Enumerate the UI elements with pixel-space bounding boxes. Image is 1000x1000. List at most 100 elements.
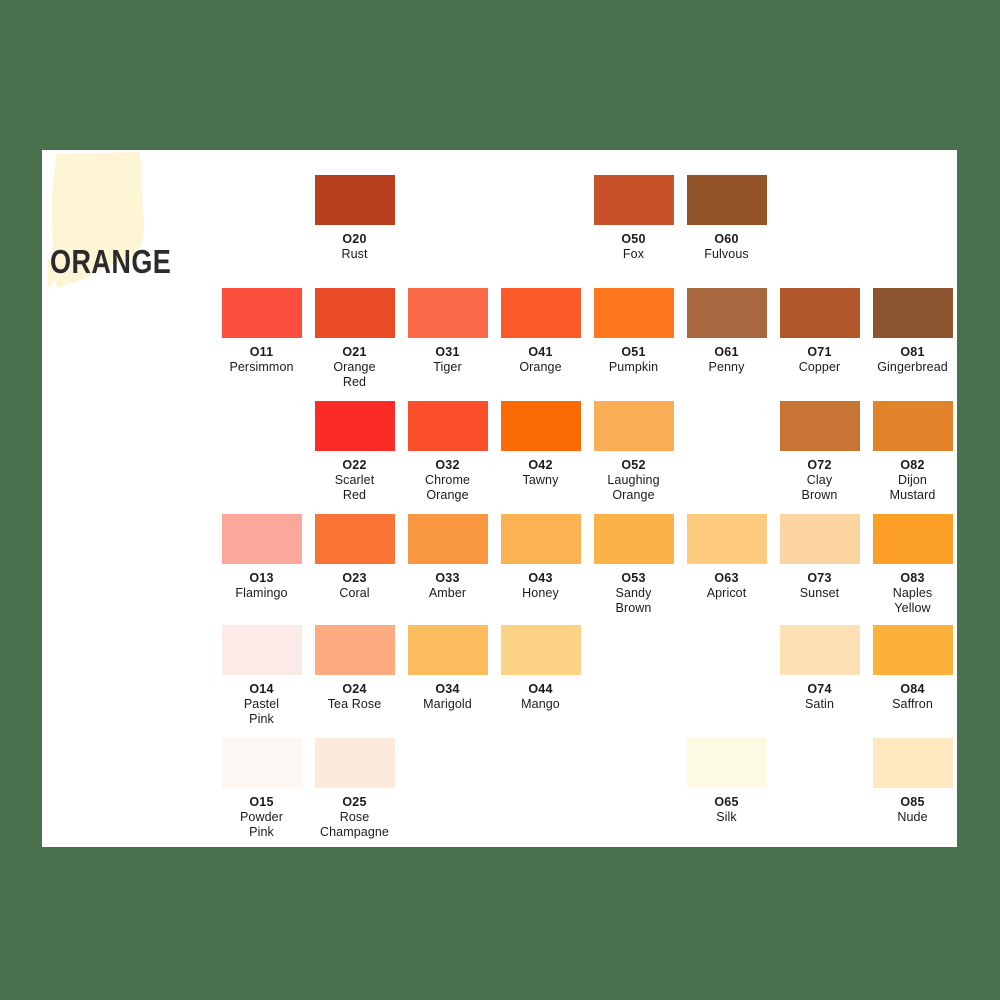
swatch-name: Fulvous <box>704 247 749 261</box>
colour-chip-o81[interactable] <box>872 288 953 338</box>
swatch-code: O84 <box>900 682 925 696</box>
colour-chip-o84[interactable] <box>872 625 953 675</box>
swatch-code: O11 <box>249 345 274 359</box>
colour-chip-o65[interactable] <box>686 738 767 788</box>
swatch-name: Clay Brown <box>801 473 838 502</box>
swatch-cell-o11[interactable]: O11 Persimmon <box>215 288 308 375</box>
swatch-cell-o73[interactable]: O73 Sunset <box>773 514 866 601</box>
swatch-cell-o63[interactable]: O63 Apricot <box>680 514 773 601</box>
swatch-cell-o15[interactable]: O15 Powder Pink <box>215 738 308 840</box>
swatch-cell-o65[interactable]: O65 Silk <box>680 738 773 825</box>
swatch-cell-o42[interactable]: O42 Tawny <box>494 401 587 488</box>
swatch-name: Tea Rose <box>327 697 382 711</box>
swatch-name: Amber <box>428 586 467 600</box>
swatch-cell-o74[interactable]: O74 Satin <box>773 625 866 712</box>
swatch-cell-o72[interactable]: O72 Clay Brown <box>773 401 866 503</box>
colour-chip-o53[interactable] <box>593 514 674 564</box>
swatch-cell-o14[interactable]: O14 Pastel Pink <box>215 625 308 727</box>
colour-chip-o22[interactable] <box>314 401 395 451</box>
colour-chip-o33[interactable] <box>407 514 488 564</box>
swatch-cell-o51[interactable]: O51 Pumpkin <box>587 288 680 375</box>
swatch-code: O83 <box>900 571 925 585</box>
swatch-cell-o44[interactable]: O44 Mango <box>494 625 587 712</box>
swatch-cell-o81[interactable]: O81 Gingerbread <box>866 288 957 375</box>
colour-chip-o73[interactable] <box>779 514 860 564</box>
colour-chip-o31[interactable] <box>407 288 488 338</box>
swatch-cell-o33[interactable]: O33 Amber <box>401 514 494 601</box>
colour-chip-o51[interactable] <box>593 288 674 338</box>
swatch-cell-o22[interactable]: O22 Scarlet Red <box>308 401 401 503</box>
colour-chip-o41[interactable] <box>500 288 581 338</box>
colour-chip-o34[interactable] <box>407 625 488 675</box>
colour-chip-o74[interactable] <box>779 625 860 675</box>
swatch-cell-o25[interactable]: O25 Rose Champagne <box>308 738 401 840</box>
swatch-cell-o31[interactable]: O31 Tiger <box>401 288 494 375</box>
swatch-code: O63 <box>714 571 739 585</box>
colour-chip-o71[interactable] <box>779 288 860 338</box>
colour-chart-card: ORANGE O20 Rust O50 Fox O60 Fulvous O11 Persimm… <box>42 150 957 847</box>
colour-chip-o23[interactable] <box>314 514 395 564</box>
colour-chip-o72[interactable] <box>779 401 860 451</box>
swatch-name: Pastel Pink <box>243 697 280 726</box>
swatch-cell-o83[interactable]: O83 Naples Yellow <box>866 514 957 616</box>
swatch-name: Apricot <box>706 586 747 600</box>
colour-chip-o13[interactable] <box>221 514 302 564</box>
colour-chip-o21[interactable] <box>314 288 395 338</box>
colour-chip-o11[interactable] <box>221 288 302 338</box>
colour-chip-o60[interactable] <box>686 175 767 225</box>
swatch-code: O33 <box>435 571 460 585</box>
colour-chip-o44[interactable] <box>500 625 581 675</box>
swatch-cell-o32[interactable]: O32 Chrome Orange <box>401 401 494 503</box>
swatch-name: Laughing Orange <box>607 473 660 502</box>
colour-chip-o14[interactable] <box>221 625 302 675</box>
swatch-cell-o23[interactable]: O23 Coral <box>308 514 401 601</box>
colour-chip-o63[interactable] <box>686 514 767 564</box>
colour-chip-o32[interactable] <box>407 401 488 451</box>
colour-chip-o82[interactable] <box>872 401 953 451</box>
swatch-cell-o24[interactable]: O24 Tea Rose <box>308 625 401 712</box>
colour-chip-o52[interactable] <box>593 401 674 451</box>
swatch-code: O23 <box>342 571 367 585</box>
swatch-code: O22 <box>342 458 367 472</box>
swatch-code: O42 <box>528 458 553 472</box>
swatch-cell-o60[interactable]: O60 Fulvous <box>680 175 773 262</box>
swatch-name: Persimmon <box>229 360 294 374</box>
swatch-name: Orange Red <box>333 360 376 389</box>
colour-chip-o43[interactable] <box>500 514 581 564</box>
swatch-cell-o34[interactable]: O34 Marigold <box>401 625 494 712</box>
colour-chip-o42[interactable] <box>500 401 581 451</box>
swatch-cell-o61[interactable]: O61 Penny <box>680 288 773 375</box>
swatch-cell-o84[interactable]: O84 Saffron <box>866 625 957 712</box>
swatch-name: Scarlet Red <box>334 473 375 502</box>
swatch-cell-o53[interactable]: O53 Sandy Brown <box>587 514 680 616</box>
swatch-cell-o43[interactable]: O43 Honey <box>494 514 587 601</box>
colour-chip-o85[interactable] <box>872 738 953 788</box>
colour-chip-o15[interactable] <box>221 738 302 788</box>
colour-chip-o50[interactable] <box>593 175 674 225</box>
swatch-code: O25 <box>342 795 367 809</box>
swatch-name: Tawny <box>522 473 559 487</box>
swatch-name: Penny <box>708 360 745 374</box>
swatch-code: O50 <box>621 232 646 246</box>
swatch-code: O21 <box>342 345 367 359</box>
colour-chip-o83[interactable] <box>872 514 953 564</box>
swatch-code: O31 <box>435 345 460 359</box>
swatch-cell-o71[interactable]: O71 Copper <box>773 288 866 375</box>
swatch-cell-o13[interactable]: O13 Flamingo <box>215 514 308 601</box>
swatch-cell-o20[interactable]: O20 Rust <box>308 175 401 262</box>
swatch-cell-o50[interactable]: O50 Fox <box>587 175 680 262</box>
swatch-code: O14 <box>249 682 274 696</box>
swatch-name: Rust <box>341 247 368 261</box>
swatch-cell-o85[interactable]: O85 Nude <box>866 738 957 825</box>
swatch-cell-o21[interactable]: O21 Orange Red <box>308 288 401 390</box>
colour-chip-o24[interactable] <box>314 625 395 675</box>
colour-chip-o61[interactable] <box>686 288 767 338</box>
swatch-cell-o82[interactable]: O82 Dijon Mustard <box>866 401 957 503</box>
swatch-code: O71 <box>807 345 832 359</box>
colour-chip-o20[interactable] <box>314 175 395 225</box>
swatch-code: O53 <box>621 571 646 585</box>
swatch-code: O73 <box>807 571 832 585</box>
swatch-cell-o41[interactable]: O41 Orange <box>494 288 587 375</box>
colour-chip-o25[interactable] <box>314 738 395 788</box>
swatch-cell-o52[interactable]: O52 Laughing Orange <box>587 401 680 503</box>
